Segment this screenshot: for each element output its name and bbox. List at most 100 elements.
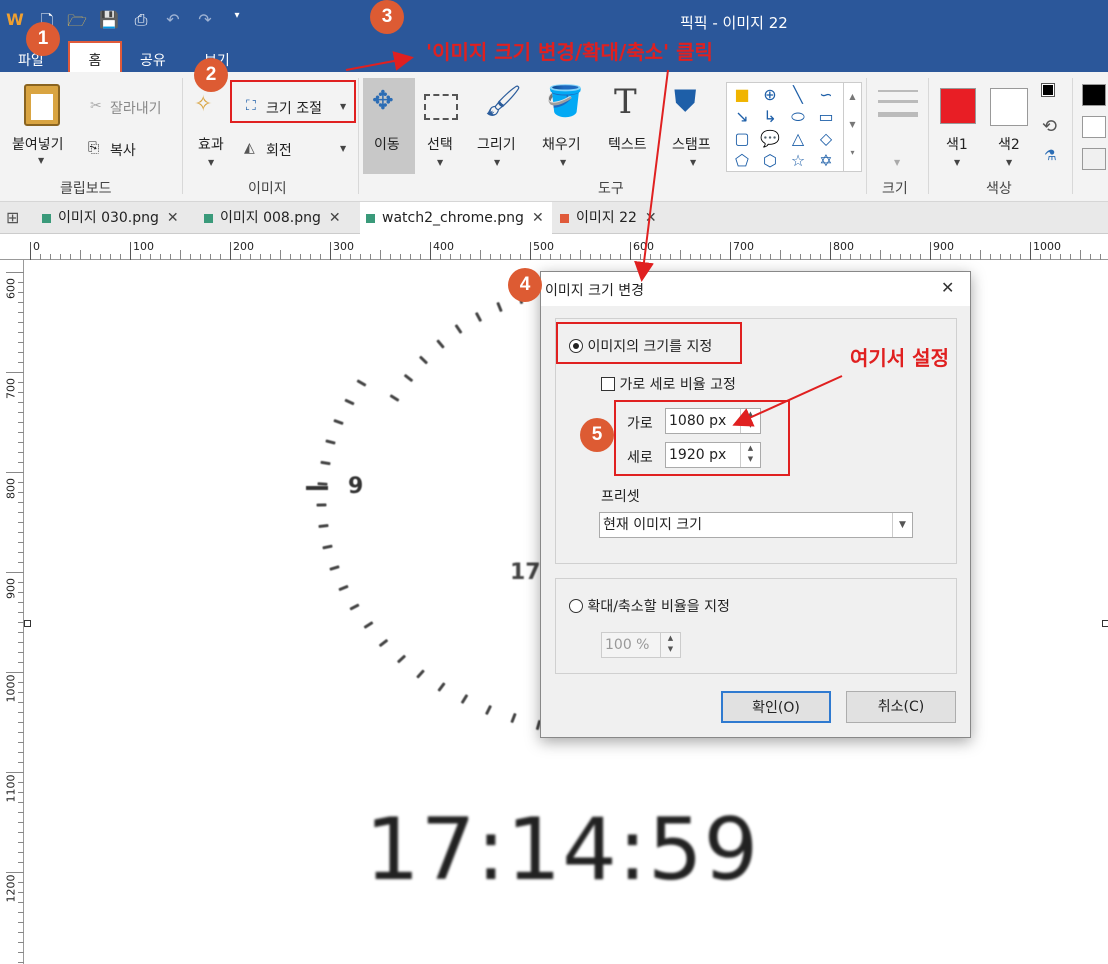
- dialog-title: 이미지 크기 변경: [545, 283, 645, 299]
- ruler-label: 600: [4, 278, 18, 299]
- pentagon-shape-icon[interactable]: ⬠: [731, 151, 753, 171]
- curved-arrow-shape-icon[interactable]: ↳: [759, 107, 781, 127]
- diamond-shape-icon[interactable]: ◇: [815, 129, 837, 149]
- palette-swatch-empty[interactable]: [1082, 148, 1106, 170]
- resize-handle[interactable]: [24, 620, 31, 627]
- ok-button[interactable]: 확인(O): [721, 691, 831, 723]
- option-scale-radio[interactable]: 확대/축소할 비율을 지정: [569, 596, 730, 616]
- arrow-shape-icon[interactable]: ↘: [731, 107, 753, 127]
- color1-dropdown-icon[interactable]: ▼: [954, 158, 960, 167]
- effects-icon[interactable]: ✧: [194, 92, 212, 117]
- doc-tab-label: watch2_chrome.png: [382, 210, 524, 226]
- doc-tab[interactable]: 이미지 008.png ✕: [198, 202, 341, 234]
- document-tabs: ⊞ 이미지 030.png ✕ 이미지 008.png ✕ watch2_chrom…: [0, 202, 1108, 234]
- paste-icon[interactable]: [24, 84, 60, 126]
- ruler-tick: [350, 254, 351, 260]
- shape-gallery-scroll[interactable]: ▲ ▼ ▾: [843, 83, 861, 171]
- fill-dropdown-icon[interactable]: ▼: [560, 158, 566, 167]
- stamp-tool[interactable]: 스탬프: [672, 134, 711, 154]
- palette-swatch-white[interactable]: [1082, 116, 1106, 138]
- swap-colors-icon[interactable]: ⟲: [1042, 116, 1057, 137]
- group-size-label: 크기: [882, 181, 908, 197]
- cut-button[interactable]: 잘라내기: [110, 98, 162, 118]
- color1-label[interactable]: 색1: [946, 134, 968, 154]
- ruler-tick: [210, 254, 211, 260]
- redo-icon[interactable]: ↷: [194, 10, 216, 29]
- doc-tab[interactable]: 이미지 030.png ✕: [36, 202, 179, 234]
- doc-tab-active[interactable]: watch2_chrome.png ✕: [360, 202, 552, 234]
- select-tool[interactable]: 선택: [427, 134, 453, 154]
- keep-ratio-checkbox[interactable]: 가로 세로 비율 고정: [601, 374, 736, 394]
- fill-tool[interactable]: 채우기: [542, 134, 581, 154]
- effects-button[interactable]: 효과: [198, 134, 224, 154]
- paste-dropdown-icon[interactable]: ▼: [38, 156, 44, 165]
- ruler-label: 900: [933, 240, 954, 253]
- tab-share[interactable]: 공유: [140, 50, 166, 70]
- palette-swatch-black[interactable]: [1082, 84, 1106, 106]
- default-colors-icon[interactable]: [1041, 83, 1055, 97]
- square-shape-icon[interactable]: ■: [731, 85, 753, 105]
- ruler-tick: [6, 572, 24, 573]
- resize-handle[interactable]: [1102, 620, 1108, 627]
- eyedropper-icon[interactable]: ⚗: [1044, 148, 1057, 164]
- ruler-tick: [820, 254, 821, 260]
- speech-bubble-shape-icon[interactable]: 💬: [759, 129, 781, 149]
- curve-shape-icon[interactable]: ∽: [815, 85, 837, 105]
- star-shape-icon[interactable]: ☆: [787, 151, 809, 171]
- size-dropdown-icon[interactable]: ▼: [894, 158, 900, 167]
- open-folder-icon[interactable]: 🗁: [66, 10, 88, 37]
- ribbon-separator: [928, 78, 929, 194]
- select-dropdown-icon[interactable]: ▼: [437, 158, 443, 167]
- color2-swatch[interactable]: [990, 88, 1028, 126]
- ruler-tick: [790, 254, 791, 260]
- radio-unselected-icon[interactable]: [569, 599, 583, 613]
- cancel-button[interactable]: 취소(C): [846, 691, 956, 723]
- doc-tab[interactable]: 이미지 22 ✕: [554, 202, 657, 234]
- print-icon[interactable]: ⎙: [130, 10, 152, 30]
- close-icon[interactable]: ✕: [329, 210, 341, 226]
- close-icon[interactable]: ✕: [941, 278, 954, 297]
- circle-plus-shape-icon[interactable]: ⊕: [759, 85, 781, 105]
- ellipse-shape-icon[interactable]: ⬭: [787, 107, 809, 127]
- ruler-tick: [18, 902, 24, 903]
- ruler-tick: [18, 812, 24, 813]
- close-icon[interactable]: ✕: [532, 210, 544, 226]
- scale-input[interactable]: 100 % ▲ ▼: [601, 632, 681, 658]
- chevron-down-icon[interactable]: ▼: [892, 513, 912, 537]
- draw-tool[interactable]: 그리기: [477, 134, 516, 154]
- paste-button[interactable]: 붙여넣기: [12, 134, 64, 154]
- close-icon[interactable]: ✕: [167, 210, 179, 226]
- move-tool[interactable]: 이동: [374, 134, 400, 154]
- triangle-shape-icon[interactable]: △: [787, 129, 809, 149]
- save-icon[interactable]: 💾: [98, 10, 120, 29]
- color2-dropdown-icon[interactable]: ▼: [1006, 158, 1012, 167]
- rectangle-shape-icon[interactable]: ▭: [815, 107, 837, 127]
- rotate-dropdown-icon[interactable]: ▼: [340, 144, 346, 153]
- text-tool[interactable]: 텍스트: [608, 134, 647, 154]
- color1-swatch[interactable]: [940, 88, 976, 124]
- close-icon[interactable]: ✕: [645, 210, 657, 226]
- checkbox-icon[interactable]: [601, 377, 615, 391]
- undo-icon[interactable]: ↶: [162, 10, 184, 29]
- preset-select[interactable]: 현재 이미지 크기 ▼: [599, 512, 913, 538]
- hexagon-shape-icon[interactable]: ⬡: [759, 151, 781, 171]
- tab-grid-icon[interactable]: ⊞: [6, 208, 19, 227]
- effects-dropdown-icon[interactable]: ▼: [208, 158, 214, 167]
- ruler-tick: [130, 242, 131, 260]
- shape-gallery[interactable]: ■ ⊕ ╲ ∽ ↘ ↳ ⬭ ▭ ▢ 💬 △ ◇ ⬠ ⬡ ☆ ✡ ▲ ▼ ▾: [726, 82, 862, 172]
- ruler-label: 0: [33, 240, 40, 253]
- color2-label[interactable]: 색2: [998, 134, 1020, 154]
- star6-shape-icon[interactable]: ✡: [815, 151, 837, 171]
- rotate-button[interactable]: 회전: [266, 140, 292, 160]
- ruler-tick: [200, 254, 201, 260]
- rounded-rect-shape-icon[interactable]: ▢: [731, 129, 753, 149]
- brush-icon: 🖌: [484, 84, 523, 119]
- spin-arrows-icon[interactable]: ▲ ▼: [660, 633, 680, 657]
- customize-qa-icon[interactable]: ▾: [226, 10, 248, 21]
- ruler-tick: [970, 254, 971, 260]
- copy-button[interactable]: 복사: [110, 140, 136, 160]
- stamp-dropdown-icon[interactable]: ▼: [690, 158, 696, 167]
- draw-dropdown-icon[interactable]: ▼: [494, 158, 500, 167]
- line-shape-icon[interactable]: ╲: [787, 85, 809, 105]
- ruler-tick: [690, 254, 691, 260]
